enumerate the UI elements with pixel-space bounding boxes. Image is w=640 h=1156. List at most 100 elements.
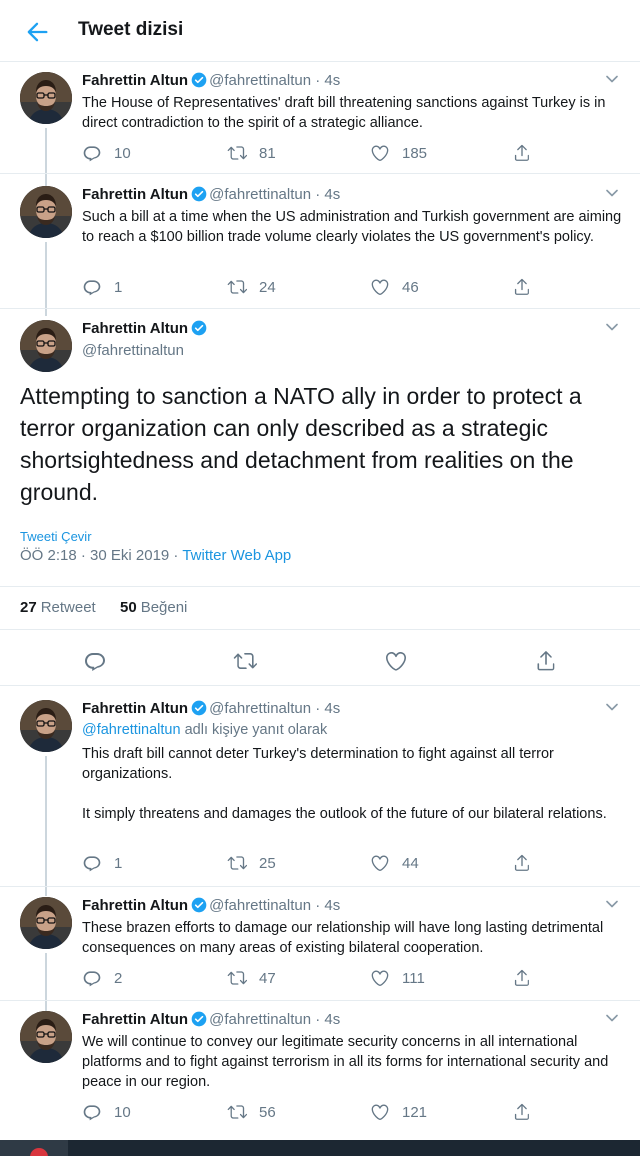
like-count: 121: [402, 1103, 428, 1121]
chevron-down-icon[interactable]: [606, 322, 618, 332]
author-name[interactable]: Fahrettin Altun: [82, 320, 188, 337]
avatar[interactable]: [20, 1011, 72, 1063]
reply-count: 10: [114, 1103, 131, 1121]
author-handle[interactable]: @fahrettinaltun: [82, 342, 184, 359]
reply-icon: [82, 1102, 102, 1122]
like-icon[interactable]: [384, 649, 408, 673]
timestamp-text[interactable]: ÖÖ 2:18 · 30 Eki 2019 ·: [20, 547, 182, 564]
share-icon: [512, 968, 532, 988]
author-handle-time[interactable]: @fahrettinaltun · 4s: [209, 700, 340, 717]
reply-count: 10: [114, 144, 131, 162]
tweet-header: Fahrettin Altun @fahrettinaltun · 4s: [82, 1011, 340, 1029]
retweet-button[interactable]: 25: [227, 852, 276, 874]
reply-to-link[interactable]: @fahrettinaltun: [82, 722, 181, 738]
avatar[interactable]: [20, 186, 72, 238]
retweet-icon: [227, 853, 247, 873]
source-app-link[interactable]: Twitter Web App: [182, 547, 291, 564]
app-icon: [30, 1148, 48, 1156]
like-button[interactable]: 121: [370, 1101, 427, 1123]
retweets-stat-count: 27: [20, 599, 37, 616]
retweet-button[interactable]: 56: [227, 1101, 276, 1123]
top-header: Tweet dizisi: [0, 0, 640, 62]
back-button[interactable]: [22, 18, 52, 46]
chevron-down-icon[interactable]: [606, 702, 618, 712]
share-button[interactable]: [512, 1101, 544, 1123]
retweet-button[interactable]: 24: [227, 276, 276, 298]
chevron-down-icon[interactable]: [606, 74, 618, 84]
reply-count: 2: [114, 969, 123, 987]
reply-button[interactable]: 1: [82, 276, 122, 298]
like-button[interactable]: 46: [370, 276, 419, 298]
author-handle-time[interactable]: @fahrettinaltun · 4s: [209, 1011, 340, 1028]
reply-button[interactable]: 10: [82, 1101, 131, 1123]
thread-connector: [45, 756, 47, 896]
arrow-left-icon[interactable]: [22, 18, 52, 46]
share-button[interactable]: [512, 852, 544, 874]
like-icon: [370, 143, 390, 163]
retweet-icon: [227, 277, 247, 297]
reply-tweet-1[interactable]: Fahrettin Altun @fahrettinaltun · 4s @fah…: [0, 700, 640, 896]
engagement-stats: 27 Retweet 50 Beğeni: [0, 586, 640, 630]
like-button[interactable]: 44: [370, 852, 419, 874]
translate-tweet-link[interactable]: Tweeti Çevir: [20, 529, 92, 544]
author-name[interactable]: Fahrettin Altun: [82, 700, 188, 717]
like-count: 185: [402, 144, 428, 162]
author-name[interactable]: Fahrettin Altun: [82, 186, 188, 203]
retweet-button[interactable]: 81: [227, 142, 276, 164]
retweet-icon: [227, 1102, 247, 1122]
reply-tweet-3[interactable]: Fahrettin Altun @fahrettinaltun · 4s We w…: [0, 1011, 640, 1137]
retweet-icon[interactable]: [233, 649, 257, 673]
thread-tweet-1[interactable]: Fahrettin Altun @fahrettinaltun · 4s The …: [0, 72, 640, 188]
thread-connector: [45, 128, 47, 188]
author-name[interactable]: Fahrettin Altun: [82, 1011, 188, 1028]
author-handle-time[interactable]: @fahrettinaltun · 4s: [209, 72, 340, 89]
like-button[interactable]: 185: [370, 142, 427, 164]
reply-icon: [82, 277, 102, 297]
author-handle-time[interactable]: @fahrettinaltun · 4s: [209, 897, 340, 914]
chevron-down-icon[interactable]: [606, 188, 618, 198]
tweet-actions: 2 47 111: [82, 967, 542, 989]
thread-connector: [45, 953, 47, 1011]
avatar[interactable]: [20, 72, 72, 124]
tweet-header: Fahrettin Altun: [82, 320, 209, 338]
share-button[interactable]: [512, 276, 544, 298]
retweets-stat[interactable]: 27 Retweet: [20, 599, 96, 616]
divider: [0, 308, 640, 309]
tweet-header: Fahrettin Altun @fahrettinaltun · 4s: [82, 897, 340, 915]
avatar[interactable]: [20, 700, 72, 752]
replying-to: @fahrettinaltun adlı kişiye yanıt olarak: [82, 722, 327, 738]
reply-button[interactable]: 1: [82, 852, 122, 874]
author-handle-time[interactable]: @fahrettinaltun · 4s: [209, 186, 340, 203]
retweet-icon: [227, 143, 247, 163]
bottom-bar: [0, 1140, 640, 1156]
like-button[interactable]: 111: [370, 967, 425, 989]
divider: [0, 173, 640, 174]
share-icon[interactable]: [534, 649, 558, 673]
thread-tweet-2[interactable]: Fahrettin Altun @fahrettinaltun · 4s Such…: [0, 186, 640, 316]
reply-tweet-2[interactable]: Fahrettin Altun @fahrettinaltun · 4s Thes…: [0, 897, 640, 1011]
app-icon-tile[interactable]: [0, 1140, 68, 1156]
author-name[interactable]: Fahrettin Altun: [82, 72, 188, 89]
reply-icon[interactable]: [83, 649, 107, 673]
share-button[interactable]: [512, 142, 544, 164]
chevron-down-icon[interactable]: [606, 1013, 618, 1023]
avatar[interactable]: [20, 897, 72, 949]
avatar[interactable]: [20, 320, 72, 372]
chevron-down-icon[interactable]: [606, 899, 618, 909]
verified-badge-icon: [191, 1011, 207, 1027]
verified-badge-icon: [191, 897, 207, 913]
share-button[interactable]: [512, 967, 544, 989]
reply-icon: [82, 968, 102, 988]
reply-button[interactable]: 2: [82, 967, 122, 989]
retweet-count: 24: [259, 278, 276, 296]
reply-icon: [82, 853, 102, 873]
divider: [0, 1000, 640, 1001]
author-name[interactable]: Fahrettin Altun: [82, 897, 188, 914]
reply-button[interactable]: 10: [82, 142, 131, 164]
likes-stat[interactable]: 50 Beğeni: [120, 599, 187, 616]
retweet-button[interactable]: 47: [227, 967, 276, 989]
likes-stat-label: Beğeni: [140, 599, 188, 616]
tweet-header: Fahrettin Altun @fahrettinaltun · 4s: [82, 186, 340, 204]
verified-badge-icon: [191, 700, 207, 716]
retweet-count: 81: [259, 144, 276, 162]
